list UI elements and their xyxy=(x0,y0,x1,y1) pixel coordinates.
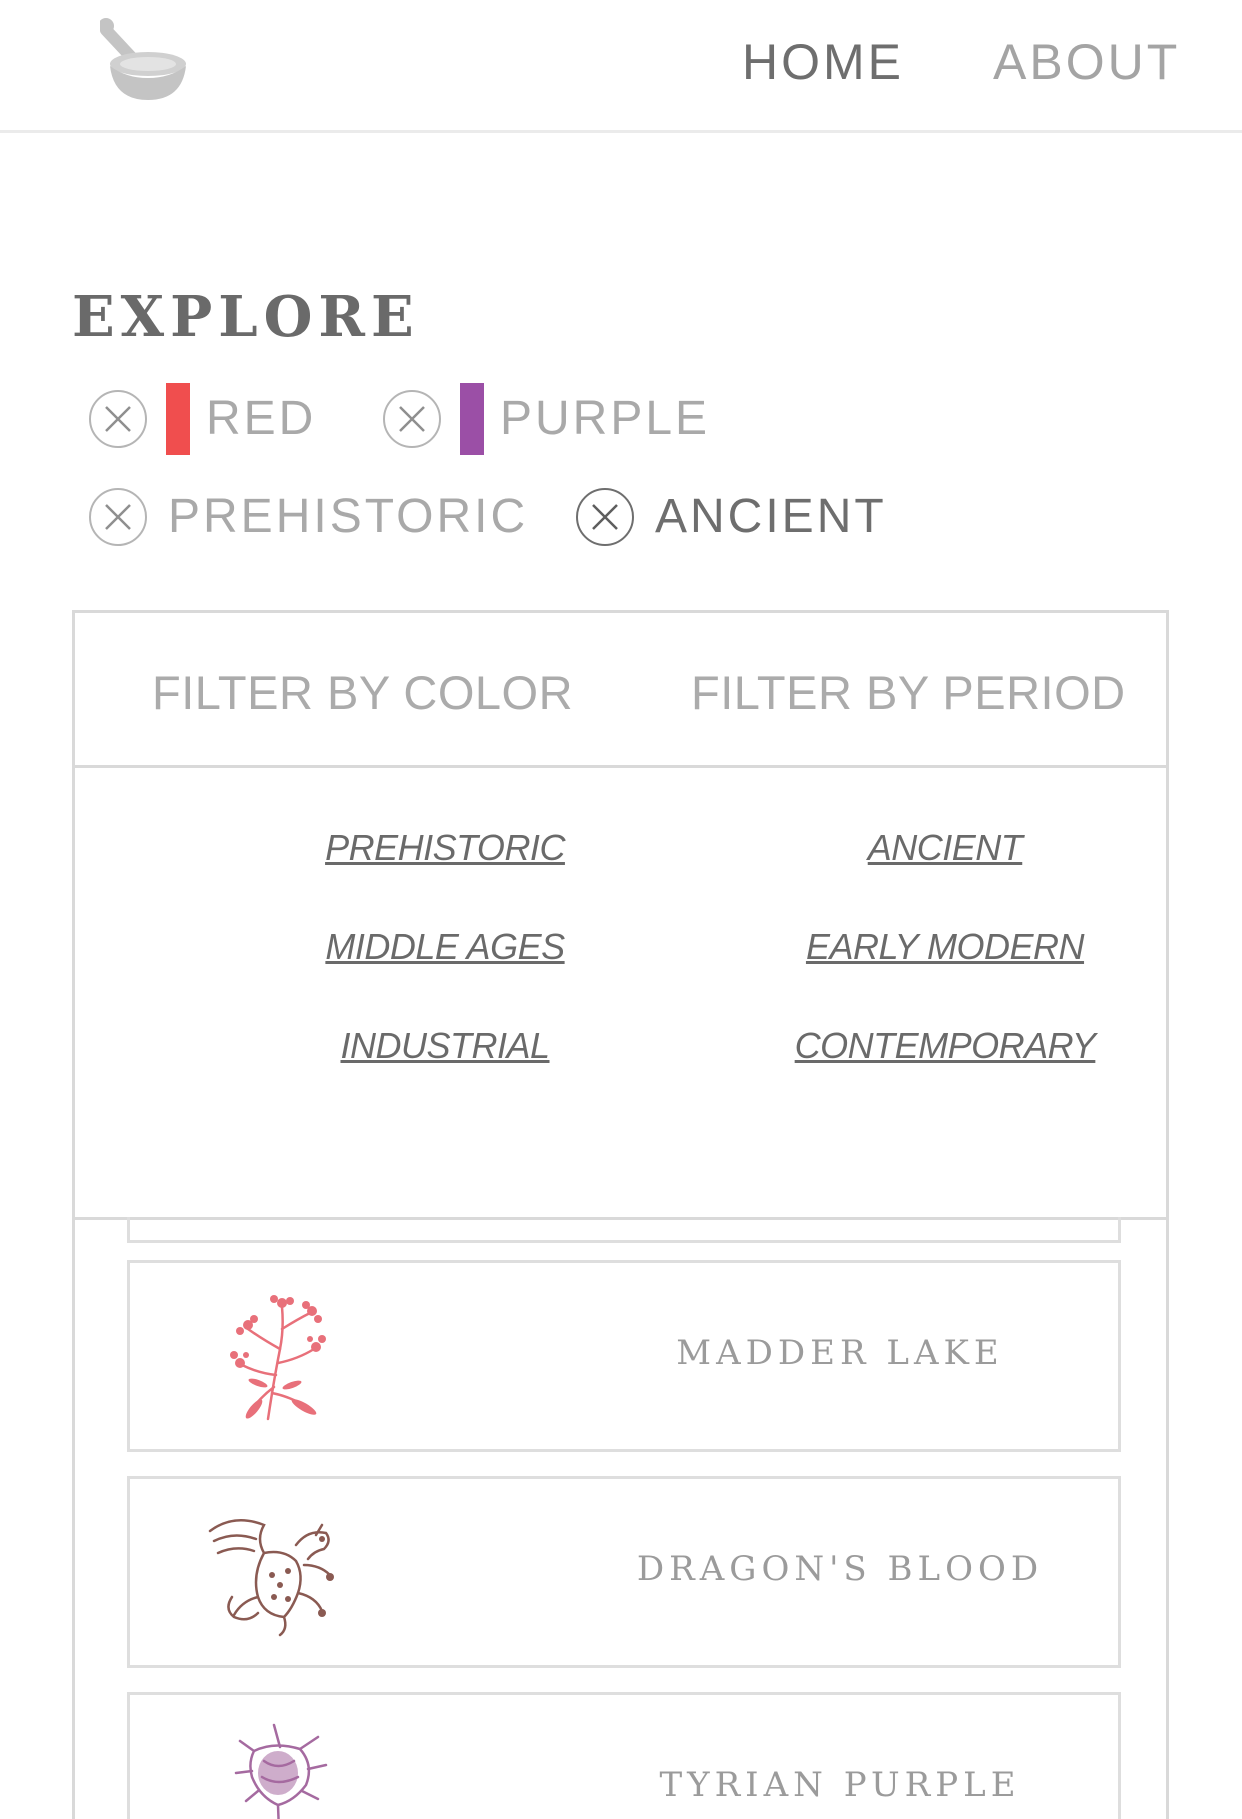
period-link-industrial[interactable]: INDUSTRIAL xyxy=(195,1024,695,1068)
pigment-name: DRAGON'S BLOOD xyxy=(636,1549,1044,1589)
remove-filter-icon[interactable] xyxy=(88,389,148,449)
pigment-name: MADDER LAKE xyxy=(676,1333,1004,1373)
pigment-card[interactable]: MADDER LAKE xyxy=(127,1260,1121,1452)
filter-label: PREHISTORIC xyxy=(168,490,529,543)
filter-label: ANCIENT xyxy=(655,490,887,543)
color-swatch xyxy=(460,383,484,455)
tab-filter-by-color[interactable]: FILTER BY COLOR xyxy=(152,665,573,721)
remove-filter-icon[interactable] xyxy=(382,389,442,449)
period-link-ancient[interactable]: ANCIENT xyxy=(695,826,1195,870)
period-options: PREHISTORIC ANCIENT MIDDLE AGES EARLY MO… xyxy=(75,768,1166,1220)
nav-home-link[interactable]: HOME xyxy=(742,32,904,92)
active-filter-prehistoric[interactable]: PREHISTORIC xyxy=(88,480,528,554)
period-link-early-modern[interactable]: EARLY MODERN xyxy=(695,925,1195,969)
color-swatch xyxy=(166,383,190,455)
tab-filter-by-period[interactable]: FILTER BY PERIOD xyxy=(691,665,1126,721)
filter-label: RED xyxy=(206,392,317,445)
active-filter-ancient[interactable]: ANCIENT xyxy=(575,480,887,554)
filter-tabs: FILTER BY COLOR FILTER BY PERIOD xyxy=(75,613,1166,768)
mortar-and-pestle-icon[interactable] xyxy=(100,16,190,102)
filter-label: PURPLE xyxy=(500,392,711,445)
pigment-card[interactable]: TYRIAN PURPLE xyxy=(127,1692,1121,1819)
dragon-icon xyxy=(208,1518,334,1637)
active-filter-red[interactable]: RED xyxy=(88,382,316,456)
page-title: EXPLORE xyxy=(72,284,420,350)
pigment-name: TYRIAN PURPLE xyxy=(659,1765,1021,1805)
nav-about-link[interactable]: ABOUT xyxy=(993,32,1180,92)
pigment-card[interactable]: DRAGON'S BLOOD xyxy=(127,1476,1121,1668)
active-filter-purple[interactable]: PURPLE xyxy=(382,382,710,456)
period-link-contemporary[interactable]: CONTEMPORARY xyxy=(695,1024,1195,1068)
period-link-middle-ages[interactable]: MIDDLE AGES xyxy=(195,925,695,969)
pigment-card-partial xyxy=(127,1217,1121,1243)
filter-panel: FILTER BY COLOR FILTER BY PERIOD PREHIST… xyxy=(72,610,1169,1819)
period-link-prehistoric[interactable]: PREHISTORIC xyxy=(195,826,695,870)
remove-filter-icon[interactable] xyxy=(88,487,148,547)
remove-filter-icon[interactable] xyxy=(575,487,635,547)
madder-plant-icon xyxy=(230,1295,326,1421)
page: HOME ABOUT EXPLORE RED PURPLE PREHISTORI… xyxy=(0,0,1242,1819)
top-nav-bar: HOME ABOUT xyxy=(0,0,1242,133)
murex-shell-icon xyxy=(234,1723,328,1819)
